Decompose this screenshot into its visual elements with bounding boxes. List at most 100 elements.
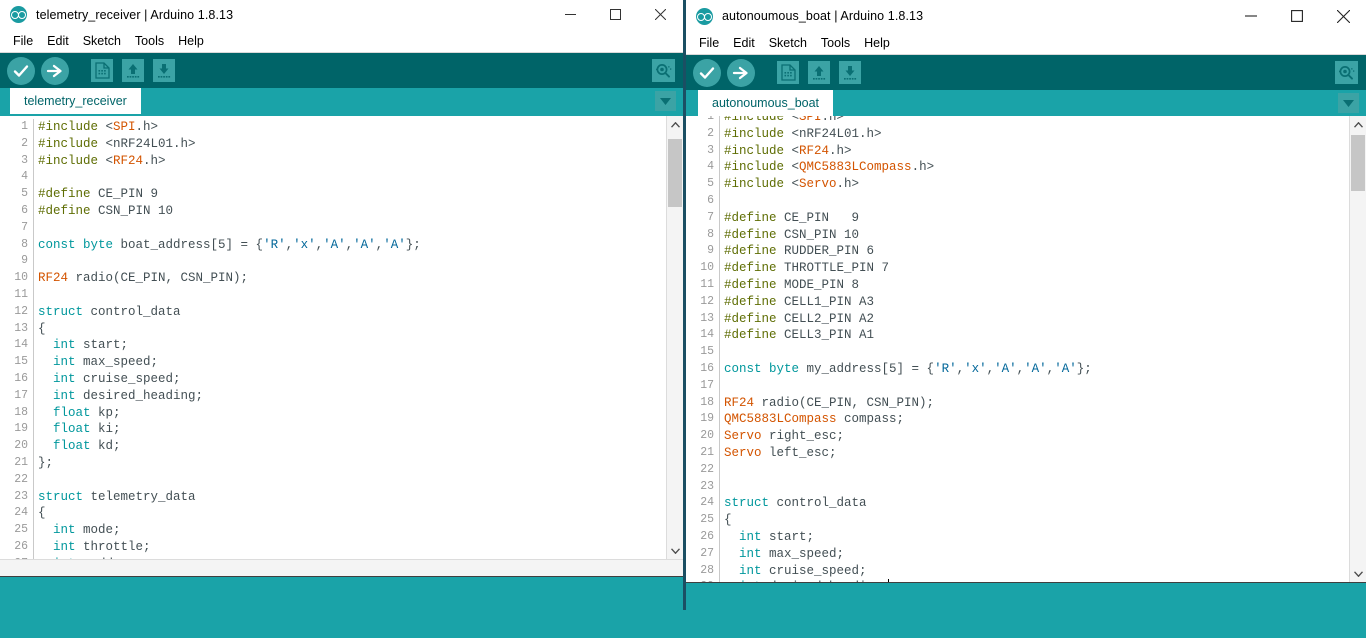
code-line[interactable]: }; xyxy=(38,455,666,472)
scroll-up-arrow-icon[interactable] xyxy=(667,116,683,133)
code-line[interactable]: #define RUDDER_PIN 6 xyxy=(724,243,1349,260)
code-line[interactable] xyxy=(724,378,1349,395)
code-line[interactable]: #define CSN_PIN 10 xyxy=(724,227,1349,244)
title-bar-left[interactable]: telemetry_receiver | Arduino 1.8.13 xyxy=(0,0,683,29)
code-line[interactable]: Servo left_esc; xyxy=(724,445,1349,462)
code-line[interactable]: int start; xyxy=(38,337,666,354)
code-line[interactable] xyxy=(38,472,666,489)
code-line[interactable]: #include <Servo.h> xyxy=(724,176,1349,193)
open-sketch-icon[interactable] xyxy=(122,59,144,82)
horizontal-scroll-track-left[interactable] xyxy=(0,560,683,576)
vertical-scrollbar-left[interactable] xyxy=(666,116,683,559)
verify-checkmark-icon[interactable] xyxy=(7,57,35,85)
code-line[interactable] xyxy=(724,479,1349,496)
maximize-icon[interactable] xyxy=(1274,0,1320,32)
code-line[interactable]: { xyxy=(38,321,666,338)
code-line[interactable]: int max_speed; xyxy=(724,546,1349,563)
minimize-icon[interactable] xyxy=(548,0,593,29)
code-line[interactable]: int cruise_speed; xyxy=(38,371,666,388)
menu-file[interactable]: File xyxy=(6,32,40,50)
new-sketch-icon[interactable] xyxy=(777,61,799,84)
title-bar-right[interactable]: autonoumous_boat | Arduino 1.8.13 xyxy=(686,0,1366,32)
code-line[interactable] xyxy=(38,287,666,304)
code-editor-left[interactable]: 1234567891011121314151617181920212223242… xyxy=(0,114,683,559)
code-text-area-right[interactable]: #include <SPI.h>#include <nRF24L01.h>#in… xyxy=(720,116,1349,582)
verify-checkmark-icon[interactable] xyxy=(693,59,721,87)
menu-help[interactable]: Help xyxy=(857,34,897,52)
menu-edit[interactable]: Edit xyxy=(726,34,762,52)
code-line[interactable]: float kd; xyxy=(38,438,666,455)
code-line[interactable]: #include <SPI.h> xyxy=(724,116,1349,126)
code-line[interactable] xyxy=(38,220,666,237)
serial-monitor-icon[interactable] xyxy=(1335,61,1358,84)
code-line[interactable]: int max_speed; xyxy=(38,354,666,371)
code-line[interactable]: #define CE_PIN 9 xyxy=(38,186,666,203)
code-line[interactable]: #define THROTTLE_PIN 7 xyxy=(724,260,1349,277)
code-editor-right[interactable]: 1234567891011121314151617181920212223242… xyxy=(686,116,1366,582)
code-line[interactable]: #define CELL1_PIN A3 xyxy=(724,294,1349,311)
menu-file[interactable]: File xyxy=(692,34,726,52)
vertical-scroll-track-left[interactable] xyxy=(667,133,683,542)
code-line[interactable] xyxy=(38,253,666,270)
code-line[interactable]: Servo right_esc; xyxy=(724,428,1349,445)
minimize-icon[interactable] xyxy=(1228,0,1274,32)
scroll-down-arrow-icon[interactable] xyxy=(667,542,683,559)
menu-sketch[interactable]: Sketch xyxy=(762,34,814,52)
menu-edit[interactable]: Edit xyxy=(40,32,76,50)
tab-dropdown-icon[interactable] xyxy=(1338,93,1359,113)
code-line[interactable]: float ki; xyxy=(38,421,666,438)
code-line[interactable]: int throttle; xyxy=(38,539,666,556)
code-line[interactable]: #include <nRF24L01.h> xyxy=(38,136,666,153)
vertical-scroll-thumb-left[interactable] xyxy=(668,139,682,207)
code-line[interactable]: RF24 radio(CE_PIN, CSN_PIN); xyxy=(724,395,1349,412)
scroll-up-arrow-icon[interactable] xyxy=(1350,116,1366,133)
code-line[interactable]: #define MODE_PIN 8 xyxy=(724,277,1349,294)
code-line[interactable]: int desired_heading; xyxy=(38,388,666,405)
code-line[interactable]: #include <SPI.h> xyxy=(38,119,666,136)
vertical-scroll-track-right[interactable] xyxy=(1350,133,1366,565)
menu-tools[interactable]: Tools xyxy=(128,32,171,50)
code-line[interactable] xyxy=(38,169,666,186)
code-line[interactable]: #define CSN_PIN 10 xyxy=(38,203,666,220)
vertical-scrollbar-right[interactable] xyxy=(1349,116,1366,582)
code-line[interactable]: int cruise_speed; xyxy=(724,563,1349,580)
open-sketch-icon[interactable] xyxy=(808,61,830,84)
code-line[interactable]: const byte boat_address[5] = {'R','x','A… xyxy=(38,237,666,254)
save-sketch-icon[interactable] xyxy=(839,61,861,84)
code-line[interactable]: { xyxy=(38,505,666,522)
code-line[interactable]: struct control_data xyxy=(38,304,666,321)
code-line[interactable]: #define CELL2_PIN A2 xyxy=(724,311,1349,328)
sketch-tab-telemetry-receiver[interactable]: telemetry_receiver xyxy=(10,88,141,114)
save-sketch-icon[interactable] xyxy=(153,59,175,82)
code-line[interactable] xyxy=(724,462,1349,479)
code-line[interactable]: #define CE_PIN 9 xyxy=(724,210,1349,227)
new-sketch-icon[interactable] xyxy=(91,59,113,82)
menu-tools[interactable]: Tools xyxy=(814,34,857,52)
code-line[interactable]: struct telemetry_data xyxy=(38,489,666,506)
menu-help[interactable]: Help xyxy=(171,32,211,50)
code-line[interactable]: #include <RF24.h> xyxy=(724,143,1349,160)
code-line[interactable]: #include <nRF24L01.h> xyxy=(724,126,1349,143)
upload-arrow-icon[interactable] xyxy=(727,59,755,87)
sketch-tab-autonoumous-boat[interactable]: autonoumous_boat xyxy=(698,90,833,116)
horizontal-scrollbar-left[interactable] xyxy=(0,559,683,576)
code-line[interactable]: { xyxy=(724,512,1349,529)
code-text-area-left[interactable]: #include <SPI.h>#include <nRF24L01.h>#in… xyxy=(34,119,666,559)
upload-arrow-icon[interactable] xyxy=(41,57,69,85)
code-line[interactable]: #include <QMC5883LCompass.h> xyxy=(724,159,1349,176)
close-icon[interactable] xyxy=(1320,0,1366,32)
code-line[interactable] xyxy=(724,344,1349,361)
code-line[interactable]: const byte my_address[5] = {'R','x','A',… xyxy=(724,361,1349,378)
code-line[interactable]: #define CELL3_PIN A1 xyxy=(724,327,1349,344)
vertical-scroll-thumb-right[interactable] xyxy=(1351,135,1365,191)
code-line[interactable]: float kp; xyxy=(38,405,666,422)
code-line[interactable]: RF24 radio(CE_PIN, CSN_PIN); xyxy=(38,270,666,287)
serial-monitor-icon[interactable] xyxy=(652,59,675,82)
code-line[interactable]: QMC5883LCompass compass; xyxy=(724,411,1349,428)
menu-sketch[interactable]: Sketch xyxy=(76,32,128,50)
scroll-down-arrow-icon[interactable] xyxy=(1350,565,1366,582)
close-icon[interactable] xyxy=(638,0,683,29)
code-line[interactable]: #include <RF24.h> xyxy=(38,153,666,170)
code-line[interactable]: int start; xyxy=(724,529,1349,546)
maximize-icon[interactable] xyxy=(593,0,638,29)
